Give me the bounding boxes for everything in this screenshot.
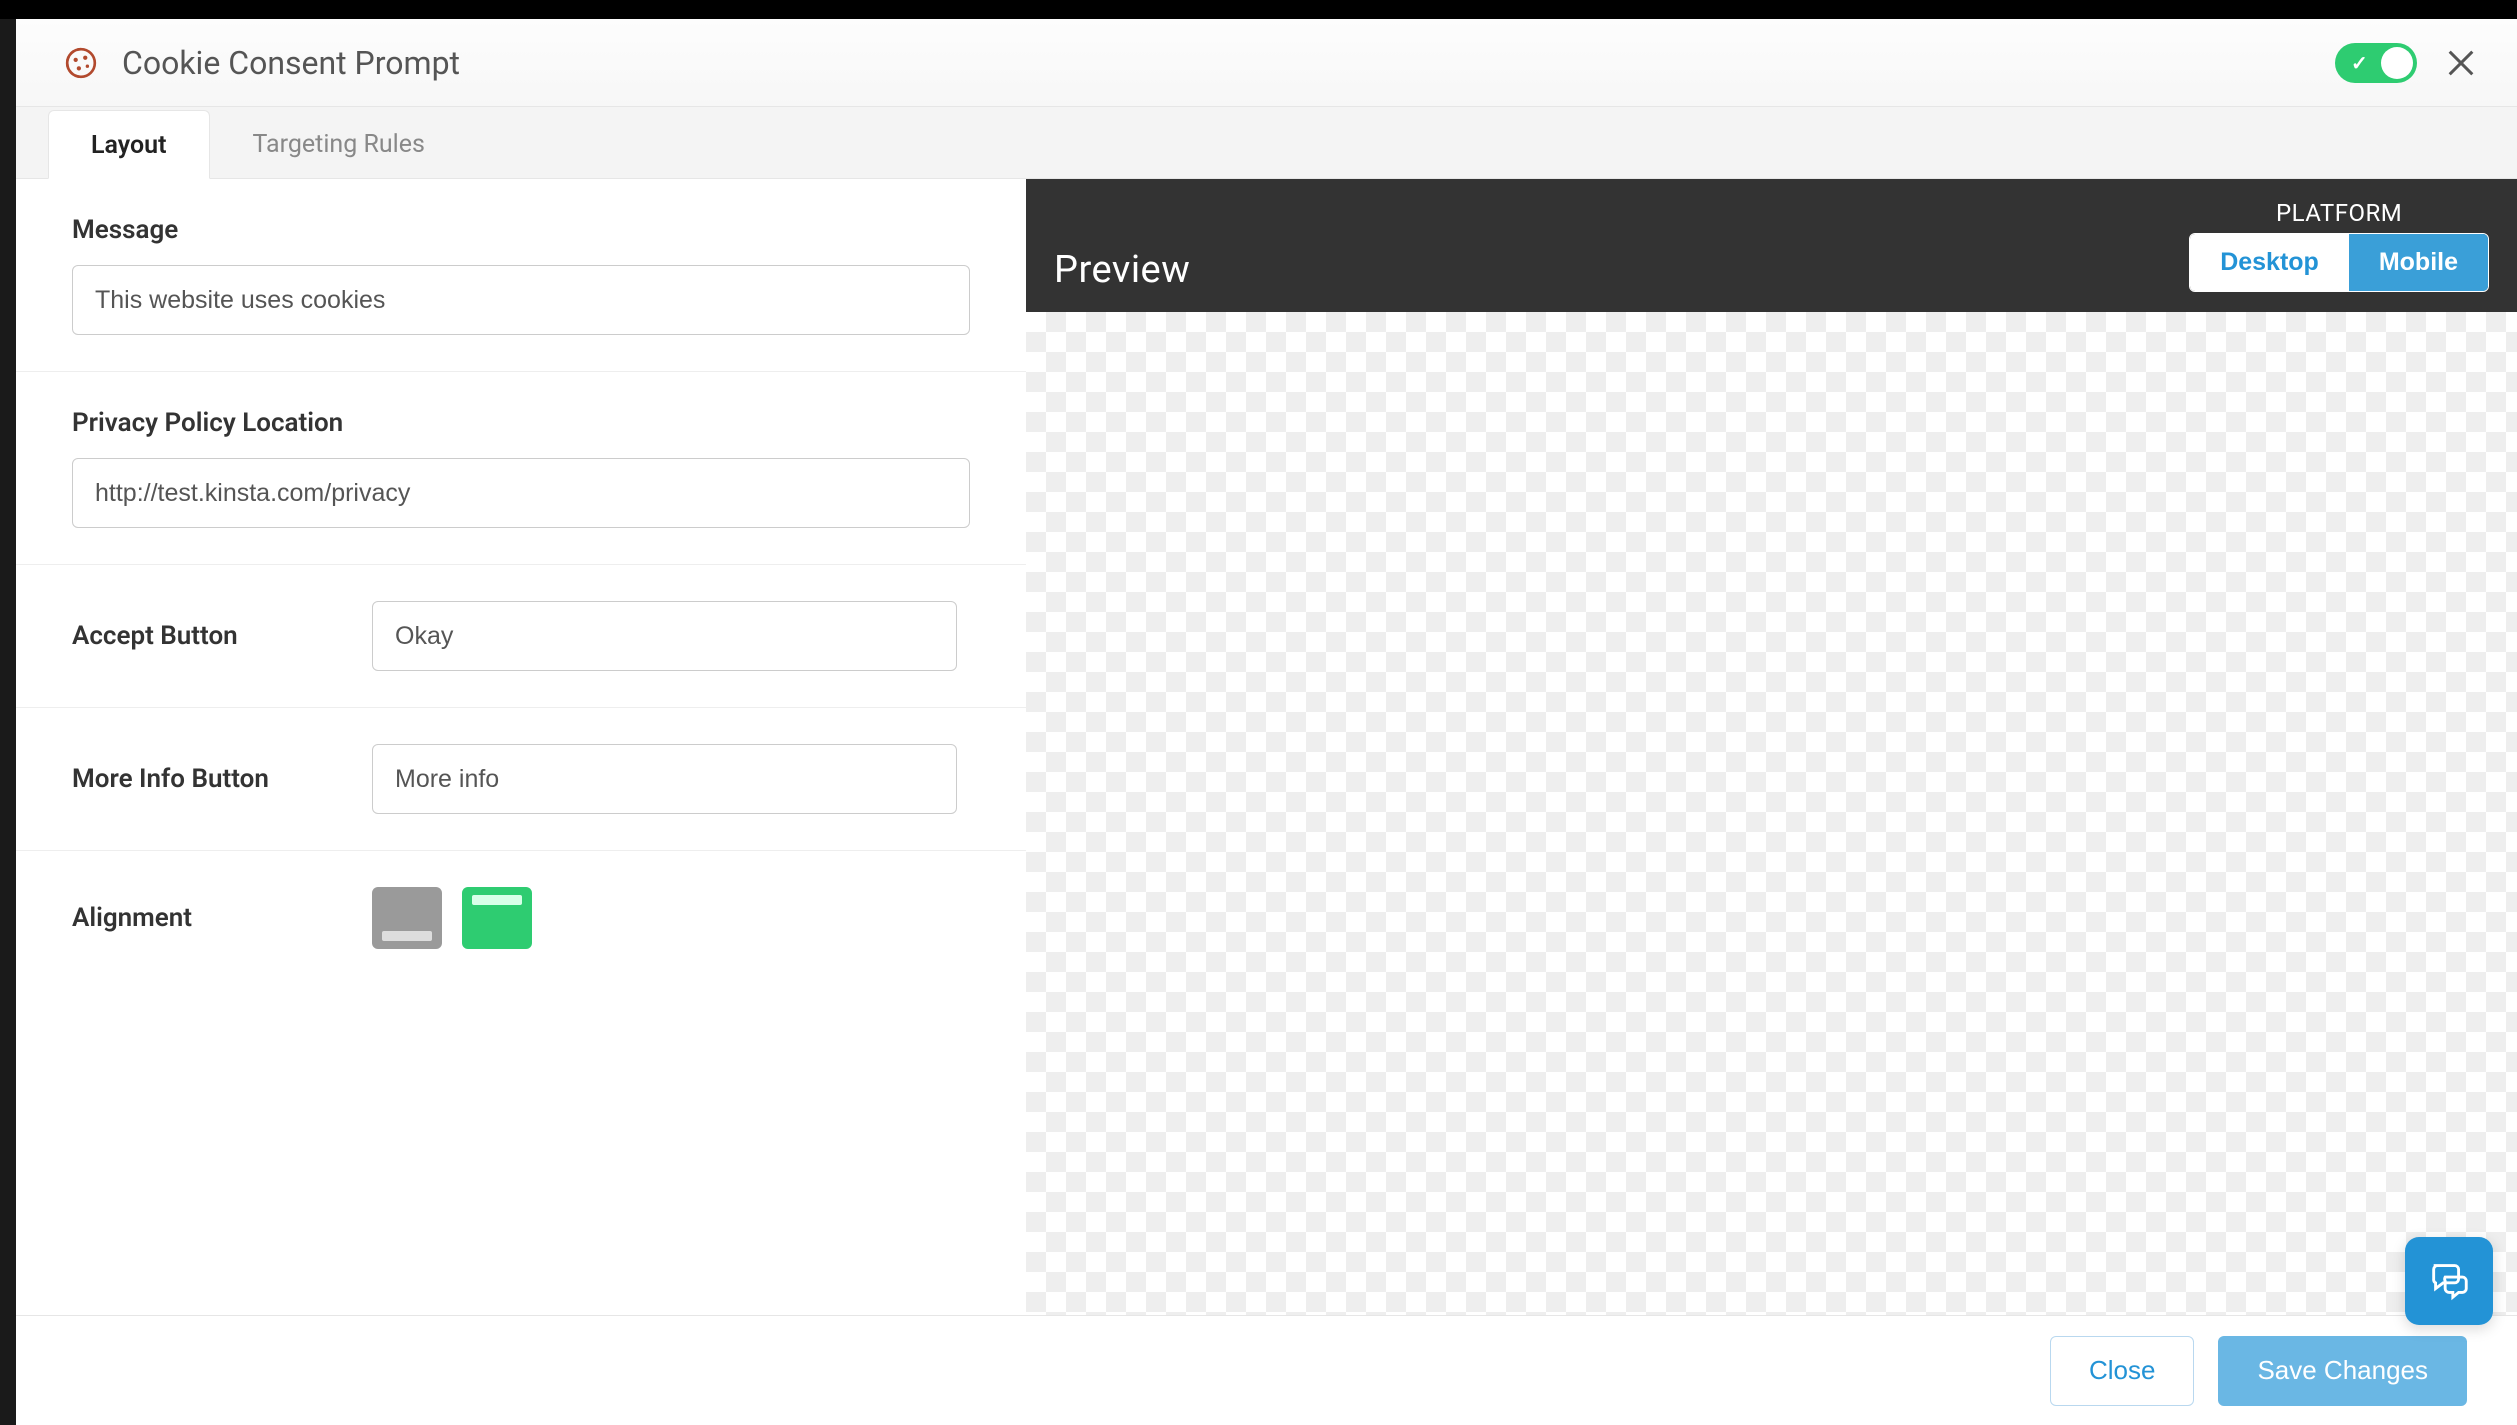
modal-footer: Close Save Changes	[16, 1315, 2517, 1425]
close-button[interactable]: Close	[2050, 1336, 2194, 1406]
label-privacy: Privacy Policy Location	[72, 408, 970, 438]
close-icon[interactable]	[2445, 47, 2477, 79]
preview-pane: Preview PLATFORM Desktop Mobile	[1026, 179, 2517, 1315]
chat-fab[interactable]	[2405, 1237, 2493, 1325]
input-moreinfo[interactable]	[372, 744, 957, 814]
cookie-consent-modal: Cookie Consent Prompt ✓ Layout Targeting…	[16, 19, 2517, 1425]
alignment-top[interactable]	[462, 887, 532, 949]
preview-title: Preview	[1054, 248, 1190, 292]
label-accept: Accept Button	[72, 621, 332, 651]
enable-toggle[interactable]: ✓	[2335, 43, 2417, 83]
platform-mobile[interactable]: Mobile	[2349, 234, 2488, 291]
label-alignment: Alignment	[72, 903, 332, 933]
toggle-knob	[2381, 47, 2413, 79]
check-icon: ✓	[2351, 51, 2368, 75]
platform-desktop[interactable]: Desktop	[2190, 234, 2349, 291]
tabbar: Layout Targeting Rules	[16, 107, 2517, 179]
chat-icon	[2426, 1256, 2472, 1306]
input-message[interactable]	[72, 265, 970, 335]
input-privacy[interactable]	[72, 458, 970, 528]
preview-canvas	[1026, 312, 2517, 1315]
header-actions: ✓	[2335, 43, 2477, 83]
preview-header: Preview PLATFORM Desktop Mobile	[1026, 179, 2517, 312]
input-accept[interactable]	[372, 601, 957, 671]
modal-title: Cookie Consent Prompt	[122, 44, 460, 82]
platform-label: PLATFORM	[2189, 199, 2489, 227]
tab-layout[interactable]: Layout	[48, 110, 210, 179]
row-accept: Accept Button	[16, 565, 1026, 708]
row-moreinfo: More Info Button	[16, 708, 1026, 851]
form-pane: Message Privacy Policy Location Accept B…	[16, 179, 1026, 1315]
alignment-bottom[interactable]	[372, 887, 442, 949]
label-moreinfo: More Info Button	[72, 764, 332, 794]
modal-body: Message Privacy Policy Location Accept B…	[16, 179, 2517, 1315]
cookie-icon	[64, 46, 98, 80]
row-privacy: Privacy Policy Location	[16, 372, 1026, 565]
save-changes-button[interactable]: Save Changes	[2218, 1336, 2467, 1406]
platform-switch: Desktop Mobile	[2189, 233, 2489, 292]
tab-targeting-rules[interactable]: Targeting Rules	[210, 109, 468, 178]
alignment-options	[372, 887, 532, 949]
row-alignment: Alignment	[16, 851, 1026, 985]
os-menubar	[0, 0, 2517, 19]
row-message: Message	[16, 179, 1026, 372]
background-strip	[0, 19, 16, 1425]
platform-switcher: PLATFORM Desktop Mobile	[2189, 199, 2489, 292]
label-message: Message	[72, 215, 970, 245]
modal-header: Cookie Consent Prompt ✓	[16, 19, 2517, 107]
